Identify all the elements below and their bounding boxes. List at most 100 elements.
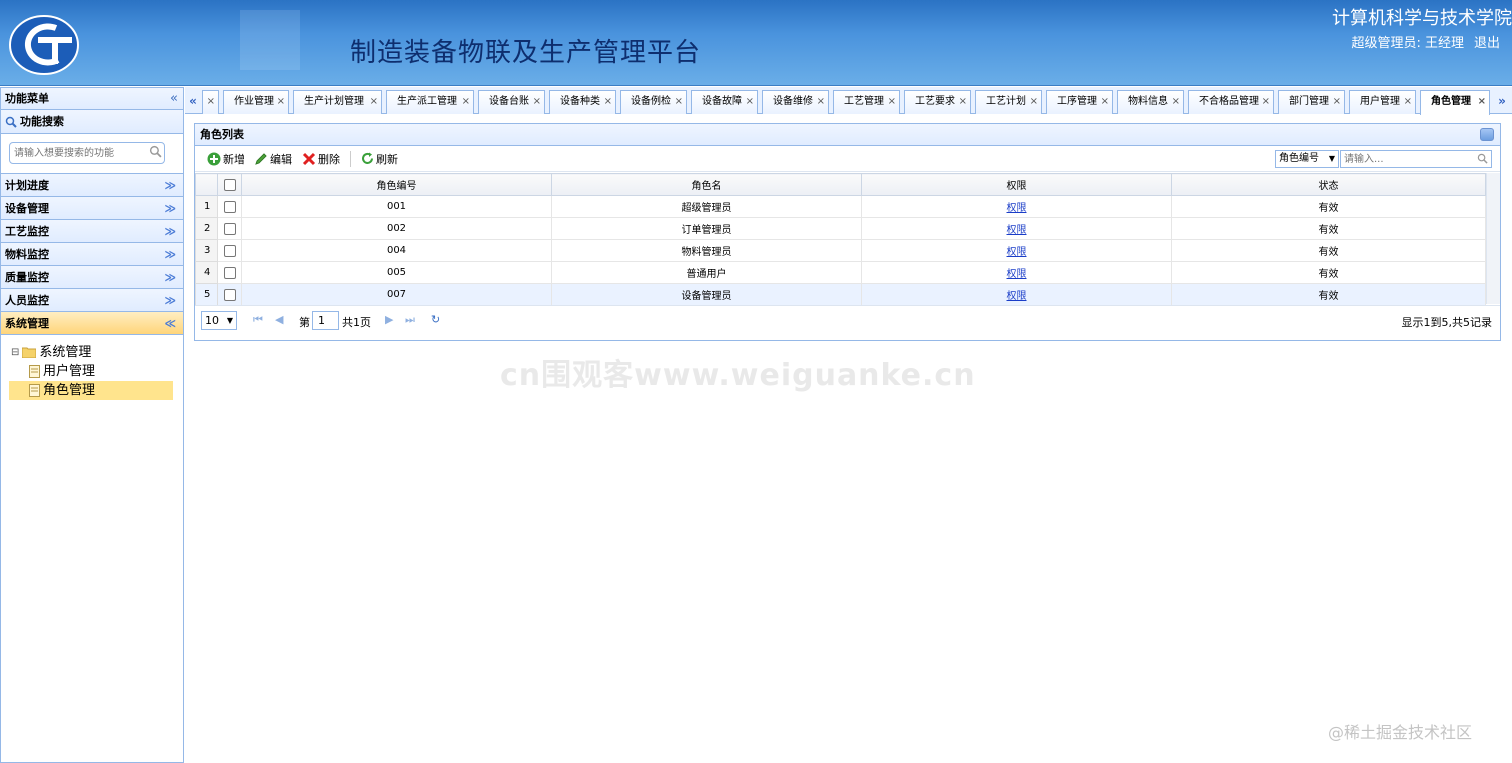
menu-section-personnel[interactable]: 人员监控 ≫ bbox=[1, 289, 183, 312]
tab-close-icon[interactable]: × bbox=[462, 91, 470, 113]
search-icon[interactable] bbox=[1477, 153, 1488, 164]
tab-production-plan[interactable]: 生产计划管理 × bbox=[293, 90, 382, 114]
menu-section-material[interactable]: 物料监控 ≫ bbox=[1, 243, 183, 266]
column-header-permission[interactable]: 权限 bbox=[861, 173, 1172, 196]
tab-close-icon[interactable]: × bbox=[817, 91, 825, 113]
tab-close-icon[interactable]: × bbox=[533, 91, 541, 113]
row-checkbox[interactable] bbox=[223, 200, 236, 213]
page-size-select[interactable]: 10 ▼ bbox=[201, 311, 237, 330]
grid-scrollbar[interactable] bbox=[1486, 173, 1500, 304]
tab-close-icon[interactable]: × bbox=[1333, 91, 1341, 113]
search-field-select[interactable]: 角色编号 ▼ bbox=[1275, 150, 1339, 168]
panel-collapse-icon[interactable] bbox=[1480, 128, 1494, 141]
tab-material-info[interactable]: 物料信息 × bbox=[1117, 90, 1184, 114]
select-all-checkbox[interactable] bbox=[223, 178, 236, 191]
page-number-input[interactable] bbox=[312, 311, 339, 330]
tree-toggle-icon[interactable]: ⊟ bbox=[11, 343, 19, 362]
table-row[interactable]: 5 007 设备管理员 权限 有效 bbox=[195, 283, 1486, 306]
logout-link[interactable]: 退出 bbox=[1474, 36, 1500, 51]
chevron-down-icon: ▼ bbox=[1328, 154, 1335, 163]
menu-section-label: 物料监控 bbox=[5, 248, 49, 261]
tree-node-user-management[interactable]: 用户管理 bbox=[11, 362, 183, 381]
tab-operation-management[interactable]: 工序管理 × bbox=[1046, 90, 1113, 114]
permission-link[interactable]: 权限 bbox=[1007, 247, 1027, 258]
row-checkbox[interactable] bbox=[223, 266, 236, 279]
add-button[interactable]: 新增 bbox=[207, 151, 245, 167]
function-search-input[interactable] bbox=[9, 142, 165, 164]
cell-name: 物料管理员 bbox=[551, 239, 862, 262]
menu-section-system[interactable]: 系统管理 ≪ bbox=[1, 312, 183, 335]
first-page-icon[interactable]: ⏮ bbox=[253, 313, 263, 327]
tab-close-icon[interactable]: × bbox=[277, 91, 285, 113]
tab-user-management[interactable]: 用户管理 × bbox=[1349, 90, 1416, 114]
tab-close-icon[interactable]: × bbox=[1030, 91, 1038, 113]
permission-link[interactable]: 权限 bbox=[1007, 291, 1027, 302]
keyword-search-input[interactable] bbox=[1340, 150, 1492, 168]
tree-node-system[interactable]: ⊟ 系统管理 bbox=[11, 343, 183, 362]
row-checkbox-cell bbox=[217, 217, 242, 240]
last-page-icon[interactable]: ⏭ bbox=[405, 313, 415, 327]
permission-link[interactable]: 权限 bbox=[1007, 225, 1027, 236]
tab-equipment-ledger[interactable]: 设备台账 × bbox=[478, 90, 545, 114]
tab-equipment-type[interactable]: 设备种类 × bbox=[549, 90, 616, 114]
tab-close-icon[interactable]: × bbox=[1172, 91, 1180, 113]
tab-close-icon[interactable]: × bbox=[675, 91, 683, 113]
tab-nonconforming[interactable]: 不合格品管理 × bbox=[1188, 90, 1274, 114]
tab-process-plan[interactable]: 工艺计划 × bbox=[975, 90, 1042, 114]
row-checkbox[interactable] bbox=[223, 244, 236, 257]
permission-link[interactable]: 权限 bbox=[1007, 269, 1027, 280]
row-checkbox[interactable] bbox=[223, 288, 236, 301]
tab-equipment-inspection[interactable]: 设备例检 × bbox=[620, 90, 687, 114]
column-header-name[interactable]: 角色名 bbox=[551, 173, 862, 196]
edit-button[interactable]: 编辑 bbox=[255, 151, 292, 167]
tab-scroll-left-icon[interactable]: « bbox=[185, 89, 201, 113]
tab-close-icon[interactable]: × bbox=[604, 91, 612, 113]
tab-blank[interactable]: × bbox=[202, 90, 219, 114]
tab-equipment-fault[interactable]: 设备故障 × bbox=[691, 90, 758, 114]
refresh-button[interactable]: 刷新 bbox=[361, 151, 398, 167]
reload-icon[interactable]: ↻ bbox=[431, 313, 440, 326]
tab-dispatch[interactable]: 生产派工管理 × bbox=[386, 90, 474, 114]
function-search-area bbox=[1, 134, 183, 174]
tab-close-icon[interactable]: × bbox=[888, 91, 896, 113]
permission-link[interactable]: 权限 bbox=[1007, 203, 1027, 214]
tab-close-icon[interactable]: × bbox=[1404, 91, 1412, 113]
tab-close-icon[interactable]: × bbox=[370, 91, 378, 113]
table-row[interactable]: 4 005 普通用户 权限 有效 bbox=[195, 261, 1486, 284]
delete-button[interactable]: 删除 bbox=[302, 151, 340, 167]
tab-equipment-repair[interactable]: 设备维修 × bbox=[762, 90, 829, 114]
tab-close-icon[interactable]: × bbox=[746, 91, 754, 113]
sidebar-collapse-icon[interactable]: « bbox=[170, 88, 178, 110]
tab-close-icon[interactable]: × bbox=[1262, 91, 1270, 113]
tab-close-icon[interactable]: × bbox=[959, 91, 967, 113]
table-row[interactable]: 2 002 订单管理员 权限 有效 bbox=[195, 217, 1486, 240]
tab-process-requirement[interactable]: 工艺要求 × bbox=[904, 90, 971, 114]
tab-close-icon[interactable]: × bbox=[207, 91, 215, 113]
tree-node-role-management[interactable]: 角色管理 bbox=[9, 381, 173, 400]
menu-section-quality[interactable]: 质量监控 ≫ bbox=[1, 266, 183, 289]
table-row[interactable]: 1 001 超级管理员 权限 有效 bbox=[195, 195, 1486, 218]
column-header-status[interactable]: 状态 bbox=[1171, 173, 1486, 196]
tab-job-management[interactable]: 作业管理 × bbox=[223, 90, 289, 114]
search-icon[interactable] bbox=[149, 145, 162, 158]
panel-header: 角色列表 bbox=[195, 124, 1500, 146]
menu-section-process[interactable]: 工艺监控 ≫ bbox=[1, 220, 183, 243]
tab-scroll-right-icon[interactable]: » bbox=[1494, 89, 1510, 113]
menu-section-plan-progress[interactable]: 计划进度 ≫ bbox=[1, 174, 183, 197]
table-row[interactable]: 3 004 物料管理员 权限 有效 bbox=[195, 239, 1486, 262]
prev-page-icon[interactable]: ◀ bbox=[275, 313, 283, 326]
expand-icon: ≫ bbox=[164, 294, 176, 307]
column-header-code[interactable]: 角色编号 bbox=[241, 173, 552, 196]
tab-close-icon[interactable]: × bbox=[1101, 91, 1109, 113]
row-number-header bbox=[195, 173, 218, 196]
tab-close-icon[interactable]: × bbox=[1478, 91, 1486, 113]
tab-department[interactable]: 部门管理 × bbox=[1278, 90, 1345, 114]
tab-process-management[interactable]: 工艺管理 × bbox=[833, 90, 900, 114]
cell-name: 超级管理员 bbox=[551, 195, 862, 218]
next-page-icon[interactable]: ▶ bbox=[385, 313, 393, 326]
row-checkbox[interactable] bbox=[223, 222, 236, 235]
cell-code: 004 bbox=[241, 239, 552, 262]
menu-section-equipment[interactable]: 设备管理 ≫ bbox=[1, 197, 183, 220]
cell-name: 普通用户 bbox=[551, 261, 862, 284]
tab-role-management[interactable]: 角色管理 × bbox=[1420, 90, 1490, 115]
